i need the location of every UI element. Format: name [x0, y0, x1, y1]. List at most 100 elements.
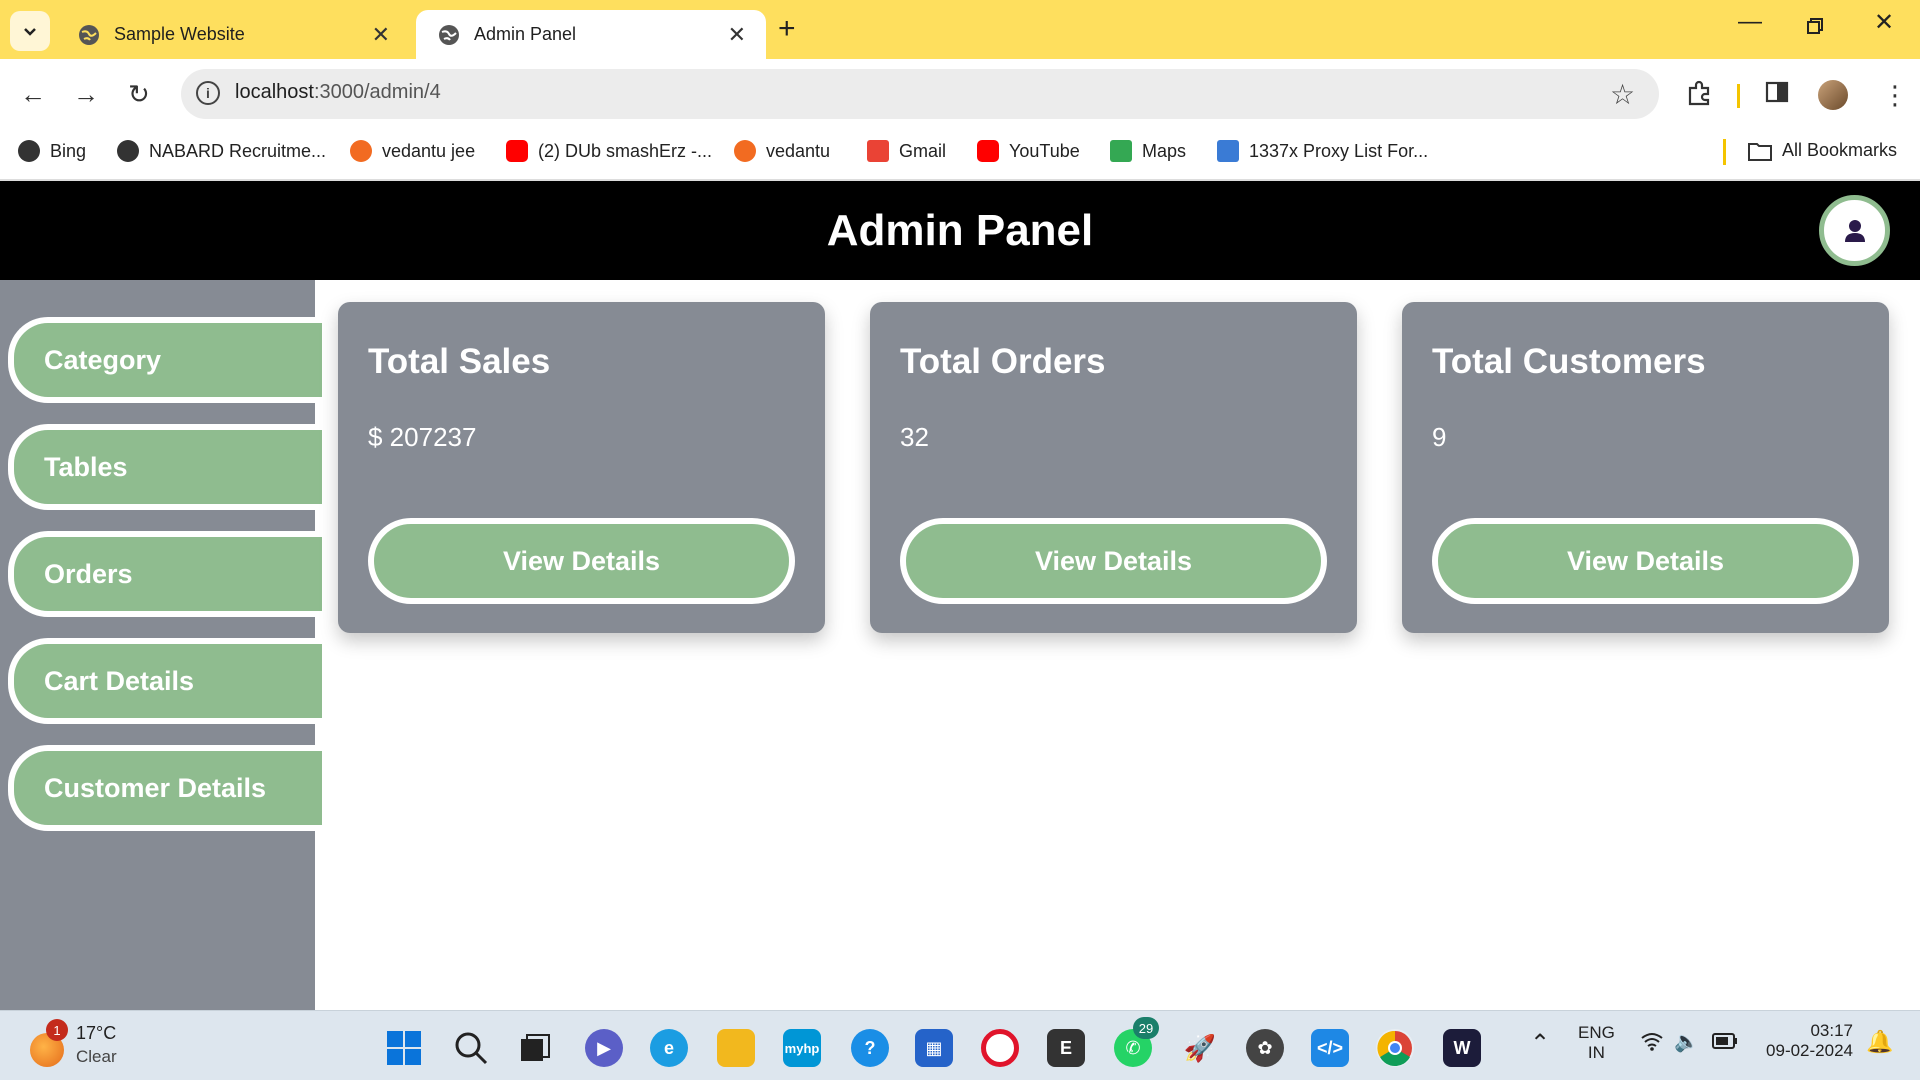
wifi-icon[interactable]: [1640, 1031, 1664, 1056]
vedantu-icon: [350, 140, 372, 162]
toolbar-divider: [1737, 84, 1740, 108]
folder-icon: [1748, 142, 1772, 161]
globe-icon: [18, 140, 40, 162]
tab-title: Admin Panel: [474, 24, 577, 44]
url-host: localhost: [235, 81, 314, 103]
bookmark-item[interactable]: YouTube: [977, 140, 1080, 162]
clock[interactable]: 03:17 09-02-2024: [1758, 1021, 1853, 1061]
notification-bell-icon[interactable]: 🔔: [1866, 1029, 1893, 1055]
chrome-icon[interactable]: [1376, 1029, 1414, 1067]
bookmark-star-icon[interactable]: ☆: [1610, 78, 1635, 111]
sidebar-item-orders[interactable]: Orders: [8, 531, 322, 617]
bookmark-label: (2) DUb smashErz -...: [538, 140, 713, 161]
weather-badge: 1: [46, 1019, 68, 1041]
sidebar-item-customer-details[interactable]: Customer Details: [8, 745, 322, 831]
bookmark-item[interactable]: Gmail: [867, 140, 946, 162]
youtube-icon: [977, 140, 999, 162]
edge-icon[interactable]: e: [650, 1029, 688, 1067]
url-text[interactable]: localhost:3000/admin/4: [235, 81, 441, 104]
view-details-button[interactable]: View Details: [900, 518, 1327, 604]
temperature[interactable]: 17°C: [76, 1023, 116, 1044]
sidebar-item-cart-details[interactable]: Cart Details: [8, 638, 322, 724]
kebab-menu-icon[interactable]: ⋮: [1882, 80, 1908, 111]
tab-search-button[interactable]: [10, 11, 50, 51]
bookmark-label: Bing: [50, 140, 87, 161]
total-orders-card: Total Orders 32 View Details: [870, 302, 1357, 633]
page-header: Admin Panel: [0, 181, 1920, 280]
sidebar-item-tables[interactable]: Tables: [8, 424, 322, 510]
microsoft-store-icon[interactable]: ▦: [915, 1029, 953, 1067]
maps-icon: [1110, 140, 1132, 162]
view-details-button[interactable]: View Details: [1432, 518, 1859, 604]
proxy-icon: [1217, 140, 1239, 162]
bookmark-item[interactable]: 1337x Proxy List For...: [1217, 140, 1428, 162]
sidebar: Category Tables Orders Cart Details Cust…: [0, 280, 322, 1010]
help-icon[interactable]: ?: [851, 1029, 889, 1067]
bookmark-item[interactable]: vedantu: [734, 140, 830, 162]
bookmark-item[interactable]: vedantu jee: [350, 140, 475, 162]
close-tab-icon[interactable]: ✕: [372, 22, 390, 48]
close-window-icon[interactable]: ✕: [1874, 8, 1894, 37]
profile-avatar[interactable]: [1818, 80, 1848, 110]
chevron-down-icon: [24, 28, 36, 36]
back-arrow-icon[interactable]: ←: [20, 79, 46, 110]
windows-start-icon[interactable]: [385, 1029, 423, 1067]
forward-arrow-icon[interactable]: →: [73, 79, 99, 110]
language-indicator[interactable]: ENG IN: [1578, 1023, 1615, 1063]
tab-title: Sample Website: [114, 24, 245, 44]
teams-chat-icon[interactable]: ▶: [585, 1029, 623, 1067]
view-details-button[interactable]: View Details: [368, 518, 795, 604]
restore-icon[interactable]: [1806, 14, 1824, 42]
task-view-icon[interactable]: [516, 1029, 554, 1067]
battery-icon[interactable]: [1712, 1033, 1738, 1054]
bookmark-item[interactable]: Bing: [18, 140, 86, 162]
all-bookmarks-button[interactable]: All Bookmarks: [1748, 140, 1897, 161]
total-sales-card: Total Sales $ 207237 View Details: [338, 302, 825, 633]
card-value: 32: [900, 422, 929, 452]
tab-sample-website[interactable]: Sample Website ✕: [56, 10, 410, 59]
volume-icon[interactable]: 🔈: [1674, 1029, 1699, 1054]
browser-tab-strip: Sample Website ✕ Admin Panel ✕ + — ✕: [0, 0, 1920, 59]
page-title: Admin Panel: [826, 206, 1094, 255]
bookmark-item[interactable]: (2) DUb smashErz -...: [506, 140, 712, 162]
bookmark-label: vedantu: [766, 140, 831, 161]
vscode-icon[interactable]: </>: [1311, 1029, 1349, 1067]
globe-icon: [79, 24, 99, 45]
url-path: :3000/admin/4: [313, 81, 441, 103]
card-title: Total Sales: [368, 342, 551, 381]
clock-time: 03:17: [1810, 1021, 1853, 1040]
card-title: Total Customers: [1432, 342, 1706, 381]
search-icon[interactable]: [452, 1029, 490, 1067]
chatgpt-icon[interactable]: ✿: [1246, 1029, 1284, 1067]
close-tab-icon[interactable]: ✕: [728, 22, 746, 48]
minimize-icon[interactable]: —: [1738, 8, 1762, 36]
bookmark-label: Gmail: [899, 140, 947, 161]
bookmark-item[interactable]: NABARD Recruitme...: [117, 140, 326, 162]
bookmark-label: NABARD Recruitme...: [149, 140, 327, 161]
bookmarks-divider: [1723, 139, 1726, 165]
myhp-icon[interactable]: myhp: [783, 1029, 821, 1067]
card-value: $ 207237: [368, 422, 477, 452]
gmail-icon: [867, 140, 889, 162]
taskbar: 1 17°C Clear ▶ e myhp ? ▦ E ✆ 29 🚀 ✿ </>…: [0, 1010, 1920, 1080]
weather-condition[interactable]: Clear: [76, 1047, 117, 1067]
file-explorer-icon[interactable]: [717, 1029, 755, 1067]
chevron-up-icon[interactable]: ⌃: [1530, 1029, 1550, 1058]
sidebar-item-category[interactable]: Category: [8, 317, 322, 403]
rocket-icon[interactable]: 🚀: [1181, 1029, 1219, 1067]
side-panel-icon[interactable]: [1765, 80, 1789, 111]
bookmark-label: Maps: [1142, 140, 1187, 161]
tab-admin-panel[interactable]: Admin Panel ✕: [416, 10, 766, 59]
reload-icon[interactable]: ↻: [128, 79, 150, 110]
user-profile-button[interactable]: [1819, 195, 1890, 266]
whatsapp-badge: 29: [1133, 1017, 1159, 1039]
opera-icon[interactable]: [981, 1029, 1019, 1067]
extensions-icon[interactable]: [1686, 80, 1712, 113]
new-tab-button[interactable]: +: [778, 12, 796, 46]
windsurf-icon[interactable]: W: [1443, 1029, 1481, 1067]
bookmark-label: 1337x Proxy List For...: [1249, 140, 1429, 161]
epic-games-icon[interactable]: E: [1047, 1029, 1085, 1067]
site-info-icon[interactable]: i: [196, 81, 220, 105]
bookmark-item[interactable]: Maps: [1110, 140, 1186, 162]
total-customers-card: Total Customers 9 View Details: [1402, 302, 1889, 633]
